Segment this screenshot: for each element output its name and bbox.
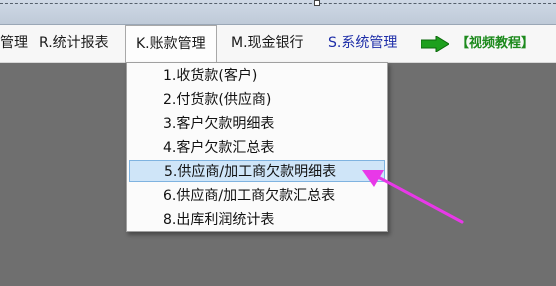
window-top-strip xyxy=(0,0,556,25)
green-right-arrow-icon[interactable] xyxy=(421,36,449,52)
menu-item-management-partial[interactable]: 管理 xyxy=(0,25,28,62)
menu-item-accounts[interactable]: K.账款管理 xyxy=(125,25,217,63)
menu-item-cash-bank[interactable]: M.现金银行 xyxy=(231,25,304,62)
menubar: 管理 R.统计报表 K.账款管理 M.现金银行 S.系统管理 【视频教程】 xyxy=(0,25,556,63)
menu-item-reports[interactable]: R.统计报表 xyxy=(39,25,109,62)
selection-dashed-border xyxy=(0,3,556,4)
menu-option-receive-payment[interactable]: 1.收货款(客户) xyxy=(129,65,385,87)
video-tutorial-link[interactable]: 【视频教程】 xyxy=(456,25,534,62)
resize-handle[interactable] xyxy=(314,0,320,6)
menu-option-pay-supplier[interactable]: 2.付货款(供应商) xyxy=(129,89,385,111)
menu-option-customer-debt-summary[interactable]: 4.客户欠款汇总表 xyxy=(129,137,385,159)
accounts-dropdown-menu: 1.收货款(客户) 2.付货款(供应商) 3.客户欠款明细表 4.客户欠款汇总表… xyxy=(126,62,388,232)
menu-item-system[interactable]: S.系统管理 xyxy=(328,25,397,62)
menu-option-customer-debt-detail[interactable]: 3.客户欠款明细表 xyxy=(129,113,385,135)
menu-option-profit-report[interactable]: 8.出库利润统计表 xyxy=(129,209,385,231)
menu-option-supplier-debt-detail[interactable]: 5.供应商/加工商欠款明细表 xyxy=(129,160,385,182)
menu-option-supplier-debt-summary[interactable]: 6.供应商/加工商欠款汇总表 xyxy=(129,185,385,207)
